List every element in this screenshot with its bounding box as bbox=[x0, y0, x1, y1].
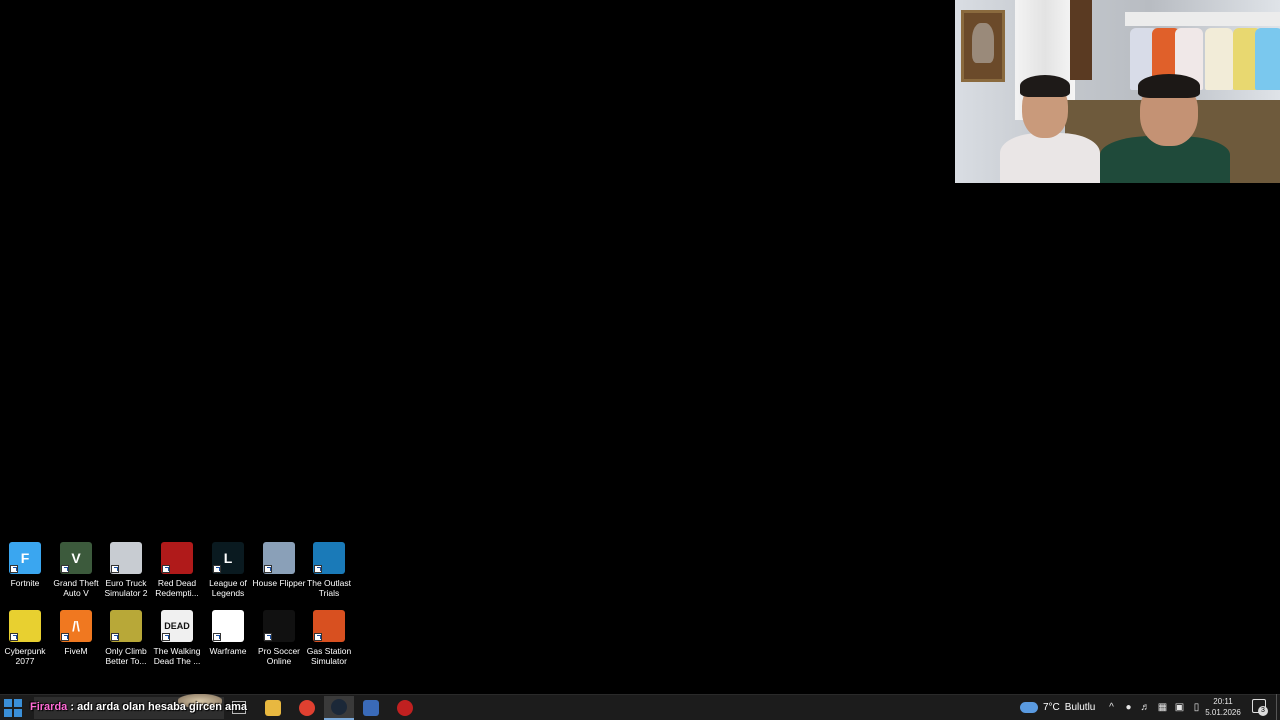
desktop-shortcut[interactable]: DEAD The Walking Dead The ... bbox=[152, 610, 202, 666]
network-icon[interactable]: ▣ bbox=[1174, 702, 1185, 713]
shortcut-arrow-icon bbox=[111, 565, 119, 573]
desktop-shortcut[interactable]: The Outlast Trials bbox=[304, 542, 354, 598]
shortcut-arrow-icon bbox=[61, 565, 69, 573]
desktop-shortcut-label: Grand Theft Auto V bbox=[53, 578, 99, 598]
desktop-shortcut[interactable]: Euro Truck Simulator 2 bbox=[101, 542, 151, 598]
remote-desktop-taskbar-button[interactable] bbox=[356, 696, 386, 720]
desktop-shortcut-label: Pro Soccer Online bbox=[257, 646, 301, 666]
shortcut-arrow-icon bbox=[10, 565, 18, 573]
warframe-icon bbox=[212, 610, 244, 642]
start-button[interactable] bbox=[4, 699, 22, 717]
obs-taskbar-button[interactable] bbox=[390, 696, 420, 720]
file-explorer-taskbar-button[interactable] bbox=[258, 696, 288, 720]
red-dead-icon bbox=[161, 542, 193, 574]
house-flipper-icon bbox=[263, 542, 295, 574]
desktop-shortcut[interactable]: House Flipper bbox=[252, 542, 306, 588]
desktop-shortcut-label: The Outlast Trials bbox=[307, 578, 351, 598]
desktop-shortcut-label: Red Dead Redempti... bbox=[155, 578, 199, 598]
gas-station-icon bbox=[313, 610, 345, 642]
cloud-icon bbox=[1020, 696, 1038, 713]
chat-message-text: adı arda olan hesaba gircen ama bbox=[77, 701, 248, 713]
chevron-up-icon[interactable]: ^ bbox=[1106, 702, 1117, 713]
shortcut-arrow-icon bbox=[162, 633, 170, 641]
record-icon bbox=[397, 700, 413, 716]
show-desktop-button[interactable] bbox=[1276, 694, 1277, 720]
desktop-shortcut[interactable]: Warframe bbox=[203, 610, 253, 656]
desktop-shortcut[interactable]: V Grand Theft Auto V bbox=[51, 542, 101, 598]
steam-icon bbox=[331, 699, 347, 715]
euro-truck-icon bbox=[110, 542, 142, 574]
desktop-shortcut-label: FiveM bbox=[64, 646, 88, 656]
steam-taskbar-button[interactable] bbox=[324, 696, 354, 720]
clock-time: 20:11 bbox=[1213, 697, 1233, 706]
fortnite-icon: F bbox=[9, 542, 41, 574]
speaker-icon[interactable]: ♬ bbox=[1140, 702, 1151, 713]
fivem-icon: /\ bbox=[60, 610, 92, 642]
weather-temperature: 7°C bbox=[1043, 701, 1060, 713]
stream-chat-message: Firarda : adı arda olan hesaba gircen am… bbox=[30, 701, 247, 713]
taskbar-clock[interactable]: 20:11 5.01.2026 bbox=[1204, 696, 1242, 718]
weather-condition: Bulutlu bbox=[1064, 701, 1096, 713]
notification-count-badge: 3 bbox=[1258, 706, 1268, 716]
webcam-jersey bbox=[1255, 28, 1280, 90]
walking-dead-icon: DEAD bbox=[161, 610, 193, 642]
desktop-shortcut[interactable]: F Fortnite bbox=[0, 542, 50, 588]
webcam-portrait-frame bbox=[961, 10, 1005, 82]
usb-icon[interactable]: ▯ bbox=[1191, 702, 1202, 713]
desktop-shortcut[interactable]: /\ FiveM bbox=[51, 610, 101, 656]
shortcut-arrow-icon bbox=[10, 633, 18, 641]
desktop-shortcut-label: Cyberpunk 2077 bbox=[4, 646, 46, 666]
shortcut-arrow-icon bbox=[162, 565, 170, 573]
shortcut-arrow-icon bbox=[111, 633, 119, 641]
cyberpunk-icon bbox=[9, 610, 41, 642]
shortcut-arrow-icon bbox=[61, 633, 69, 641]
shortcut-arrow-icon bbox=[314, 565, 322, 573]
security-icon[interactable]: ▦ bbox=[1157, 702, 1168, 713]
chrome-icon bbox=[299, 700, 315, 716]
shortcut-arrow-icon bbox=[264, 565, 272, 573]
shortcut-arrow-icon bbox=[213, 565, 221, 573]
desktop-shortcut-label: Fortnite bbox=[10, 578, 40, 588]
league-icon: L bbox=[212, 542, 244, 574]
desktop-shortcut-label: House Flipper bbox=[252, 578, 306, 588]
webcam-person-left bbox=[1000, 75, 1100, 183]
desktop-shortcut[interactable]: Only Climb Better To... bbox=[101, 610, 151, 666]
desktop-shortcut[interactable]: Red Dead Redempti... bbox=[152, 542, 202, 598]
shortcut-arrow-icon bbox=[213, 633, 221, 641]
clock-date: 5.01.2026 bbox=[1205, 708, 1241, 717]
weather-widget[interactable]: 7°C Bulutlu bbox=[1020, 694, 1095, 720]
desktop-shortcut[interactable]: Gas Station Simulator bbox=[304, 610, 354, 666]
shortcut-arrow-icon bbox=[264, 633, 272, 641]
shortcut-arrow-icon bbox=[314, 633, 322, 641]
webcam-door bbox=[1070, 0, 1092, 80]
outlast-icon bbox=[313, 542, 345, 574]
gta-v-icon: V bbox=[60, 542, 92, 574]
chat-username: Firarda bbox=[30, 701, 68, 713]
desktop-shortcut[interactable]: L League of Legends bbox=[203, 542, 253, 598]
pro-soccer-icon bbox=[263, 610, 295, 642]
desktop-shortcut-label: Gas Station Simulator bbox=[306, 646, 352, 666]
only-climb-icon bbox=[110, 610, 142, 642]
desktop-shortcut[interactable]: Pro Soccer Online bbox=[254, 610, 304, 666]
microphone-icon[interactable]: ● bbox=[1123, 702, 1134, 713]
desktop-shortcut-label: Only Climb Better To... bbox=[105, 646, 147, 666]
monitor-icon bbox=[363, 700, 379, 716]
webcam-jersey-rack bbox=[1125, 12, 1280, 26]
chat-separator: : bbox=[70, 701, 75, 713]
webcam-person-right bbox=[1100, 72, 1230, 183]
chrome-taskbar-button[interactable] bbox=[292, 696, 322, 720]
desktop-shortcut-label: Warframe bbox=[209, 646, 247, 656]
desktop-shortcut-label: Euro Truck Simulator 2 bbox=[104, 578, 148, 598]
webcam-overlay bbox=[955, 0, 1280, 183]
system-tray: ^ ● ♬ ▦ ▣ ▯ bbox=[1106, 694, 1202, 720]
desktop-shortcut-label: The Walking Dead The ... bbox=[153, 646, 201, 666]
desktop-shortcut[interactable]: Cyberpunk 2077 bbox=[0, 610, 50, 666]
desktop-icon-grid: F Fortnite V Grand Theft Auto V Euro Truck S… bbox=[0, 542, 360, 672]
folder-icon bbox=[265, 700, 281, 716]
desktop-shortcut-label: League of Legends bbox=[209, 578, 247, 598]
